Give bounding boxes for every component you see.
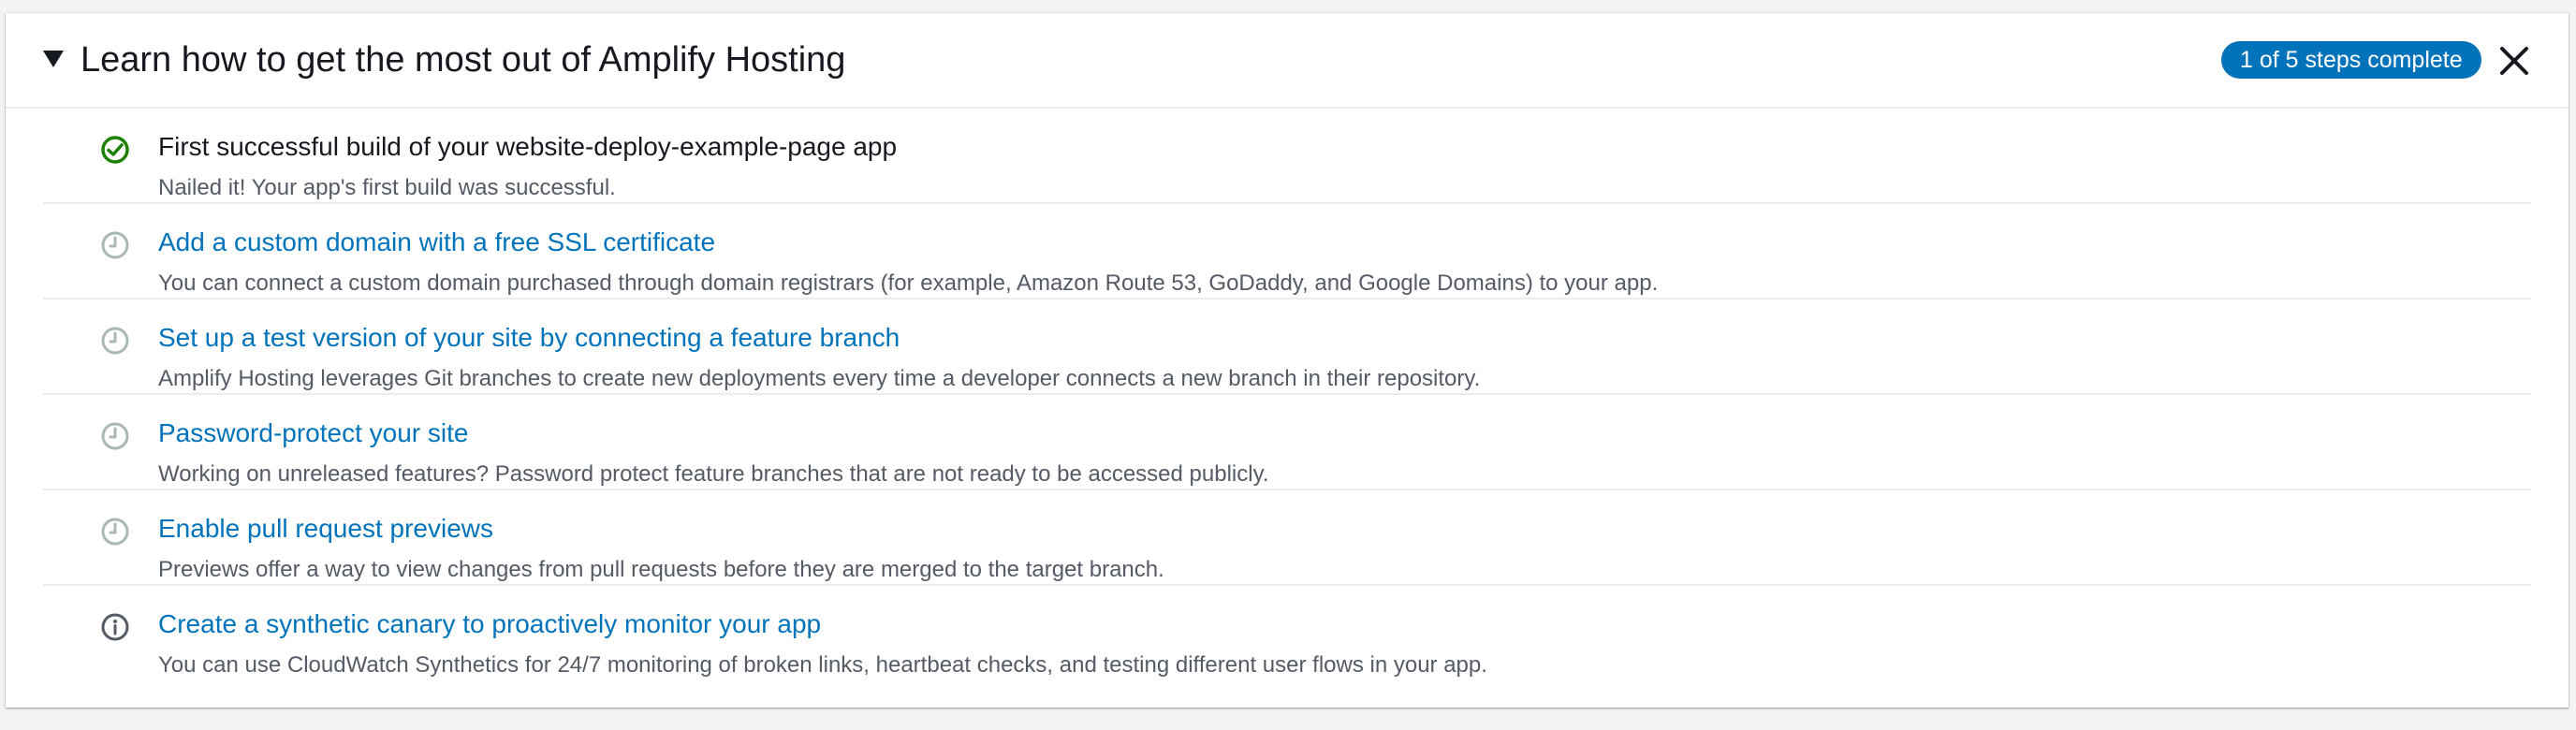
step-synthetic-canary: Create a synthetic canary to proactively… bbox=[43, 586, 2531, 681]
clock-icon bbox=[99, 325, 131, 357]
step-custom-domain: Add a custom domain with a free SSL cert… bbox=[43, 204, 2531, 299]
step-pr-previews: Enable pull request previews Previews of… bbox=[43, 490, 2531, 586]
step-description: Previews offer a way to view changes fro… bbox=[158, 557, 1164, 582]
info-circle-icon bbox=[99, 611, 131, 643]
collapse-toggle-icon[interactable] bbox=[43, 51, 64, 67]
panel-title: Learn how to get the most out of Amplify… bbox=[80, 40, 846, 80]
clock-icon bbox=[99, 516, 131, 548]
clock-icon bbox=[99, 420, 131, 452]
step-feature-branch: Set up a test version of your site by co… bbox=[43, 299, 2531, 395]
getting-started-panel: Learn how to get the most out of Amplify… bbox=[6, 13, 2569, 708]
steps-list: First successful build of your website-d… bbox=[43, 109, 2531, 681]
step-title: First successful build of your website-d… bbox=[158, 132, 898, 161]
panel-header: Learn how to get the most out of Amplify… bbox=[6, 13, 2569, 109]
step-link-synthetic-canary[interactable]: Create a synthetic canary to proactively… bbox=[158, 606, 821, 642]
step-password-protect: Password-protect your site Working on un… bbox=[43, 395, 2531, 490]
step-description: Working on unreleased features? Password… bbox=[158, 461, 1269, 487]
step-link-pr-previews[interactable]: Enable pull request previews bbox=[158, 511, 493, 547]
step-link-feature-branch[interactable]: Set up a test version of your site by co… bbox=[158, 320, 900, 356]
step-description: Amplify Hosting leverages Git branches t… bbox=[158, 366, 1481, 391]
step-description: You can connect a custom domain purchase… bbox=[158, 270, 1659, 296]
step-link-password-protect[interactable]: Password-protect your site bbox=[158, 416, 468, 451]
step-first-build: First successful build of your website-d… bbox=[43, 109, 2531, 204]
clock-icon bbox=[99, 229, 131, 261]
step-description: Nailed it! Your app's first build was su… bbox=[158, 175, 616, 200]
progress-badge: 1 of 5 steps complete bbox=[2221, 41, 2481, 79]
step-description: You can use CloudWatch Synthetics for 24… bbox=[158, 652, 1487, 678]
close-icon[interactable] bbox=[2498, 45, 2530, 77]
check-circle-icon bbox=[99, 134, 131, 166]
step-link-custom-domain[interactable]: Add a custom domain with a free SSL cert… bbox=[158, 225, 715, 260]
